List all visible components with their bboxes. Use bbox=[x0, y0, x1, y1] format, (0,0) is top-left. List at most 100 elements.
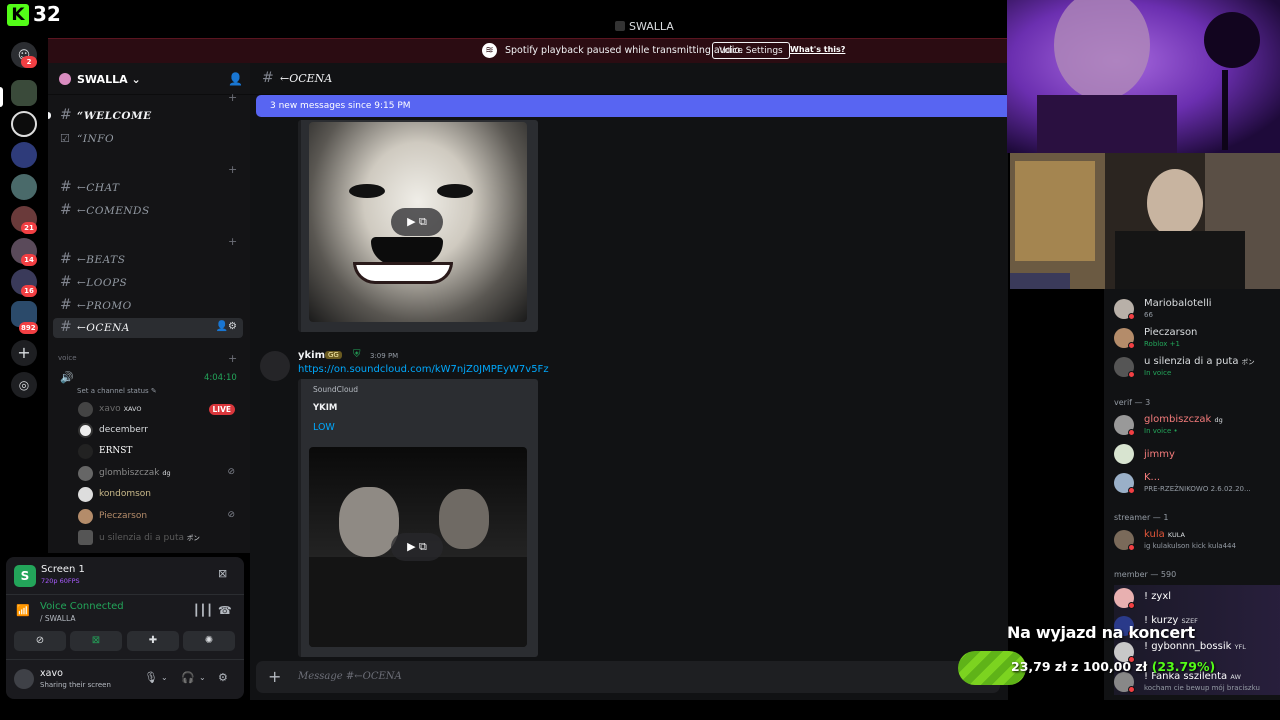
voice-user[interactable]: kondomson bbox=[78, 485, 243, 505]
chevron-down-icon[interactable]: ⌄ bbox=[199, 673, 206, 682]
member-item[interactable]: Pieczarson Roblox +1 bbox=[1114, 325, 1280, 351]
upload-plus-icon[interactable]: + bbox=[268, 667, 281, 686]
soundboard-icon: ✺ bbox=[204, 635, 214, 646]
member-name: Mariobalotelli bbox=[1144, 298, 1212, 309]
voice-user[interactable]: decemberr bbox=[78, 421, 243, 441]
channel-name: ←PROMO bbox=[77, 300, 132, 312]
channel-loops[interactable]: # ←LOOPS bbox=[53, 273, 243, 293]
voice-user[interactable]: ERNST bbox=[78, 442, 243, 462]
stop-stream-icon[interactable]: ⊠ bbox=[218, 567, 227, 580]
camera-off-button[interactable]: ⊘ bbox=[14, 631, 66, 651]
member-name-text: ! gybonnn_bossik bbox=[1144, 641, 1232, 652]
create-channel-icon[interactable]: + bbox=[228, 235, 237, 248]
avatar bbox=[78, 423, 93, 438]
avatar[interactable] bbox=[14, 669, 34, 689]
channel-promo[interactable]: # ←PROMO bbox=[53, 296, 243, 316]
avatar[interactable] bbox=[260, 351, 290, 381]
chevron-down-icon[interactable]: ⌄ bbox=[161, 673, 168, 682]
text-channel-icon: # bbox=[60, 319, 72, 335]
voice-connected-label[interactable]: Voice Connected bbox=[40, 601, 124, 612]
member-name: u silenzia di a puta ポン bbox=[1144, 356, 1255, 367]
invite-people-icon[interactable]: 👤 bbox=[228, 72, 243, 86]
donation-separator: z bbox=[1071, 659, 1079, 674]
member-name: ! zyxl bbox=[1144, 591, 1172, 602]
member-tag: YFL bbox=[1234, 643, 1246, 651]
voice-user-name: xavo XAVO bbox=[99, 404, 142, 414]
chat-channel-name: ←OCENA bbox=[280, 72, 333, 85]
guild-header[interactable]: SWALLA ⌄ 👤 bbox=[48, 63, 250, 95]
member-item[interactable]: ! zyxl bbox=[1114, 585, 1280, 611]
member-tag: KULA bbox=[1167, 531, 1185, 539]
server-icon-moon[interactable] bbox=[11, 111, 37, 137]
member-item[interactable]: kula KULA ig kulakulson kick kula444 bbox=[1114, 527, 1280, 553]
channel-ocena[interactable]: # ←OCENA 👤⚙ bbox=[53, 318, 243, 338]
play-icon: ▶ ⧉ bbox=[407, 540, 427, 553]
webcam-feed bbox=[1010, 153, 1280, 289]
voice-settings-button[interactable]: Voice Settings bbox=[712, 42, 790, 59]
screen-share-button[interactable]: ⊠ bbox=[70, 631, 122, 651]
settings-gear-icon[interactable]: ⚙ bbox=[218, 671, 228, 684]
activities-button[interactable]: ✚ bbox=[127, 631, 179, 651]
microphone-icon[interactable]: 🎙 bbox=[144, 671, 158, 684]
member-item[interactable]: jimmy bbox=[1114, 441, 1280, 467]
voice-user[interactable]: u silenzia di a puta ポン bbox=[78, 528, 243, 548]
embed-video-thumbnail[interactable]: ▶ ⧉ bbox=[309, 122, 527, 322]
voice-channel-icon[interactable]: 🔊 bbox=[60, 371, 74, 384]
user-panel: S Screen 1 720p 60FPS ⊠ 📶 Voice Connecte… bbox=[6, 557, 244, 699]
channel-comends[interactable]: # ←COMENDS bbox=[53, 201, 243, 221]
member-item[interactable]: Mariobalotelli 66 bbox=[1114, 296, 1280, 322]
whats-this-link[interactable]: What's this? bbox=[790, 45, 845, 54]
connection-signal-icon[interactable]: 📶 bbox=[16, 604, 30, 617]
noise-suppression-icon[interactable]: ┃┃┃ bbox=[193, 604, 213, 617]
screen-share-icon: ⊠ bbox=[91, 635, 101, 646]
avatar bbox=[78, 530, 93, 545]
channel-welcome[interactable]: # “WELCOME bbox=[53, 106, 243, 126]
discover-icon[interactable]: ◎ bbox=[11, 372, 37, 398]
channel-status[interactable]: Set a channel status ✎ bbox=[77, 387, 157, 395]
avatar bbox=[78, 509, 93, 524]
create-channel-icon[interactable]: + bbox=[228, 352, 237, 365]
channel-beats[interactable]: # ←BEATS bbox=[53, 250, 243, 270]
photo-face-shape bbox=[339, 487, 399, 557]
embed-author[interactable]: YKIM bbox=[313, 403, 337, 413]
soundboard-button[interactable]: ✺ bbox=[183, 631, 235, 651]
voice-user[interactable]: xavo XAVO LIVE bbox=[78, 400, 243, 420]
disconnect-icon[interactable]: ☎ bbox=[218, 604, 232, 617]
embed-title[interactable]: LOW bbox=[313, 422, 335, 433]
server-icon-blue[interactable] bbox=[11, 142, 37, 168]
role-header: streamer — 1 bbox=[1114, 513, 1169, 522]
headphones-icon[interactable]: 🎧 bbox=[181, 671, 195, 684]
new-messages-text: 3 new messages since 9:15 PM bbox=[270, 101, 411, 111]
channel-settings-icon[interactable]: 👤⚙ bbox=[216, 321, 237, 332]
play-video-button[interactable]: ▶ ⧉ bbox=[391, 208, 443, 236]
member-name: K... bbox=[1144, 472, 1161, 483]
donation-target: 100,00 zł bbox=[1082, 659, 1148, 674]
member-item[interactable]: glombiszczak dg In voice • bbox=[1114, 412, 1280, 438]
voice-user[interactable]: Pieczarson ⊘ bbox=[78, 507, 243, 527]
voice-user-name: decemberr bbox=[99, 425, 148, 435]
channel-chat[interactable]: # ←CHAT bbox=[53, 178, 243, 198]
role-header: verif — 3 bbox=[1114, 398, 1151, 407]
server-icon-teal[interactable] bbox=[11, 174, 37, 200]
channel-status-text: Set a channel status bbox=[77, 387, 149, 395]
message-link[interactable]: https://on.soundcloud.com/kW7njZ0JMPEyW7… bbox=[298, 364, 549, 375]
current-user-status: Sharing their screen bbox=[40, 681, 111, 689]
create-channel-icon[interactable]: + bbox=[228, 91, 237, 104]
add-server-icon[interactable]: + bbox=[11, 340, 37, 366]
unread-pill bbox=[48, 112, 51, 119]
member-item[interactable]: K... PRE-RZEŹNIKOWO 2.6.02.20... bbox=[1114, 470, 1280, 496]
embed-video-thumbnail[interactable]: ▶ ⧉ bbox=[309, 447, 527, 647]
server-badge: 14 bbox=[21, 254, 37, 266]
new-messages-bar[interactable]: 3 new messages since 9:15 PM bbox=[256, 95, 1008, 117]
message-input[interactable]: Message #←OCENA bbox=[298, 671, 402, 682]
voice-user[interactable]: glombiszczak dg ⊘ bbox=[78, 464, 243, 484]
channel-info[interactable]: ☑ “INFO bbox=[53, 129, 243, 149]
member-item[interactable]: u silenzia di a puta ポン In voice bbox=[1114, 354, 1280, 380]
member-activity: Roblox +1 bbox=[1144, 340, 1180, 348]
play-video-button[interactable]: ▶ ⧉ bbox=[391, 533, 443, 561]
message-composer[interactable]: + Message #←OCENA bbox=[256, 661, 1000, 693]
server-icon-swalla[interactable] bbox=[11, 80, 37, 106]
create-channel-icon[interactable]: + bbox=[228, 163, 237, 176]
message-author[interactable]: ykim bbox=[298, 350, 325, 361]
voice-channel-link[interactable]: / SWALLA bbox=[40, 614, 75, 623]
